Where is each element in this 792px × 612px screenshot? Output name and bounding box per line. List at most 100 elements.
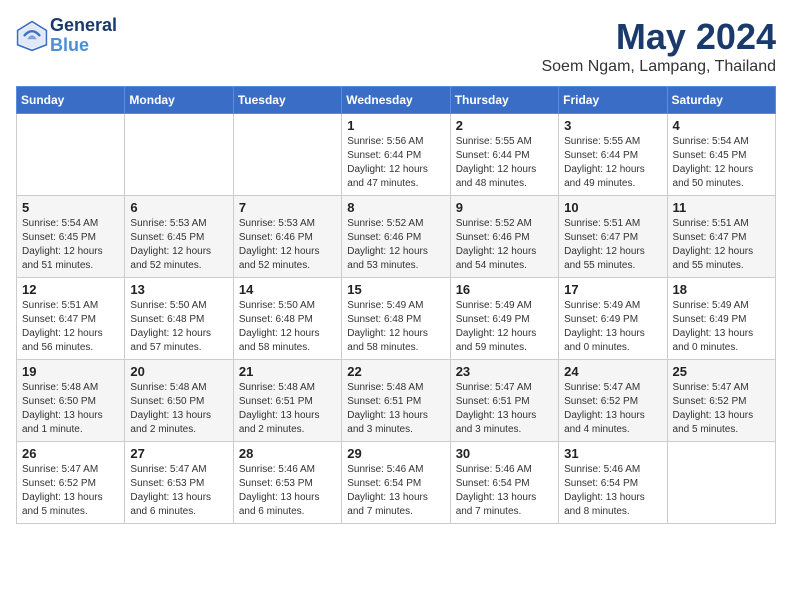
day-number: 24 [564, 364, 661, 379]
day-info: Sunrise: 5:55 AM Sunset: 6:44 PM Dayligh… [456, 135, 553, 191]
day-number: 3 [564, 118, 661, 133]
weekday-friday: Friday [559, 87, 667, 114]
calendar-cell: 26Sunrise: 5:47 AM Sunset: 6:52 PM Dayli… [17, 442, 125, 524]
calendar-cell: 30Sunrise: 5:46 AM Sunset: 6:54 PM Dayli… [450, 442, 558, 524]
calendar-cell: 21Sunrise: 5:48 AM Sunset: 6:51 PM Dayli… [233, 360, 341, 442]
calendar-cell: 24 Sunrise: 5:47 AM Sunset: 6:52 PM Dayli… [559, 360, 667, 442]
calendar-cell: 9 Sunrise: 5:52 AM Sunset: 6:46 PM Daylig… [450, 196, 558, 278]
calendar-cell: 23 Sunrise: 5:47 AM Sunset: 6:51 PM Dayli… [450, 360, 558, 442]
weekday-saturday: Saturday [667, 87, 775, 114]
day-info: Sunrise: 5:51 AM Sunset: 6:47 PM Dayligh… [673, 217, 770, 273]
day-info: Sunrise: 5:49 AM Sunset: 6:49 PM Dayligh… [564, 299, 661, 355]
day-info: Sunrise: 5:49 AM Sunset: 6:49 PM Dayligh… [673, 299, 770, 355]
day-info: Sunrise: 5:52 AM Sunset: 6:46 PM Dayligh… [456, 217, 553, 273]
week-row-5: 26Sunrise: 5:47 AM Sunset: 6:52 PM Dayli… [17, 442, 776, 524]
day-info: Sunrise: 5:46 AM Sunset: 6:54 PM Dayligh… [347, 463, 444, 519]
logo-line2: Blue [50, 36, 117, 56]
day-info: Sunrise: 5:47 AM Sunset: 6:52 PM Dayligh… [564, 381, 661, 437]
day-info: Sunrise: 5:56 AM Sunset: 6:44 PM Dayligh… [347, 135, 444, 191]
day-number: 6 [130, 200, 227, 215]
day-info: Sunrise: 5:51 AM Sunset: 6:47 PM Dayligh… [564, 217, 661, 273]
day-info: Sunrise: 5:47 AM Sunset: 6:52 PM Dayligh… [673, 381, 770, 437]
calendar-cell: 5 Sunrise: 5:54 AM Sunset: 6:45 PM Daylig… [17, 196, 125, 278]
calendar-cell: 8 Sunrise: 5:52 AM Sunset: 6:46 PM Daylig… [342, 196, 450, 278]
day-number: 27 [130, 446, 227, 461]
day-number: 21 [239, 364, 336, 379]
day-number: 12 [22, 282, 119, 297]
day-number: 17 [564, 282, 661, 297]
day-number: 28 [239, 446, 336, 461]
day-number: 5 [22, 200, 119, 215]
day-info: Sunrise: 5:48 AM Sunset: 6:51 PM Dayligh… [347, 381, 444, 437]
calendar-cell: 20 Sunrise: 5:48 AM Sunset: 6:50 PM Dayli… [125, 360, 233, 442]
calendar-cell: 1 Sunrise: 5:56 AM Sunset: 6:44 PM Daylig… [342, 114, 450, 196]
day-info: Sunrise: 5:47 AM Sunset: 6:53 PM Dayligh… [130, 463, 227, 519]
weekday-thursday: Thursday [450, 87, 558, 114]
logo: General Blue [16, 16, 117, 56]
day-number: 29 [347, 446, 444, 461]
day-info: Sunrise: 5:48 AM Sunset: 6:50 PM Dayligh… [130, 381, 227, 437]
day-number: 2 [456, 118, 553, 133]
day-number: 13 [130, 282, 227, 297]
weekday-wednesday: Wednesday [342, 87, 450, 114]
calendar-cell [17, 114, 125, 196]
logo-icon [16, 20, 48, 52]
week-row-3: 12 Sunrise: 5:51 AM Sunset: 6:47 PM Dayli… [17, 278, 776, 360]
day-number: 25 [673, 364, 770, 379]
calendar-cell: 4Sunrise: 5:54 AM Sunset: 6:45 PM Daylig… [667, 114, 775, 196]
day-info: Sunrise: 5:52 AM Sunset: 6:46 PM Dayligh… [347, 217, 444, 273]
week-row-1: 1 Sunrise: 5:56 AM Sunset: 6:44 PM Daylig… [17, 114, 776, 196]
calendar-cell [667, 442, 775, 524]
day-info: Sunrise: 5:54 AM Sunset: 6:45 PM Dayligh… [673, 135, 770, 191]
day-info: Sunrise: 5:51 AM Sunset: 6:47 PM Dayligh… [22, 299, 119, 355]
calendar-cell: 6Sunrise: 5:53 AM Sunset: 6:45 PM Daylig… [125, 196, 233, 278]
day-number: 10 [564, 200, 661, 215]
calendar-cell: 17 Sunrise: 5:49 AM Sunset: 6:49 PM Dayli… [559, 278, 667, 360]
day-number: 20 [130, 364, 227, 379]
calendar-cell: 29 Sunrise: 5:46 AM Sunset: 6:54 PM Dayli… [342, 442, 450, 524]
calendar-cell [233, 114, 341, 196]
day-number: 11 [673, 200, 770, 215]
day-number: 8 [347, 200, 444, 215]
day-info: Sunrise: 5:49 AM Sunset: 6:49 PM Dayligh… [456, 299, 553, 355]
day-info: Sunrise: 5:47 AM Sunset: 6:51 PM Dayligh… [456, 381, 553, 437]
calendar-cell: 22 Sunrise: 5:48 AM Sunset: 6:51 PM Dayli… [342, 360, 450, 442]
logo-line1: General [50, 16, 117, 36]
weekday-sunday: Sunday [17, 87, 125, 114]
day-info: Sunrise: 5:46 AM Sunset: 6:53 PM Dayligh… [239, 463, 336, 519]
day-info: Sunrise: 5:46 AM Sunset: 6:54 PM Dayligh… [456, 463, 553, 519]
day-info: Sunrise: 5:55 AM Sunset: 6:44 PM Dayligh… [564, 135, 661, 191]
day-info: Sunrise: 5:46 AM Sunset: 6:54 PM Dayligh… [564, 463, 661, 519]
calendar: SundayMondayTuesdayWednesdayThursdayFrid… [16, 86, 776, 524]
day-number: 31 [564, 446, 661, 461]
title-block: May 2024 Soem Ngam, Lampang, Thailand [541, 16, 776, 76]
day-number: 23 [456, 364, 553, 379]
day-number: 15 [347, 282, 444, 297]
calendar-cell: 12 Sunrise: 5:51 AM Sunset: 6:47 PM Dayli… [17, 278, 125, 360]
calendar-cell: 13 Sunrise: 5:50 AM Sunset: 6:48 PM Dayli… [125, 278, 233, 360]
weekday-header: SundayMondayTuesdayWednesdayThursdayFrid… [17, 87, 776, 114]
calendar-cell: 2 Sunrise: 5:55 AM Sunset: 6:44 PM Daylig… [450, 114, 558, 196]
week-row-4: 19Sunrise: 5:48 AM Sunset: 6:50 PM Dayli… [17, 360, 776, 442]
day-info: Sunrise: 5:53 AM Sunset: 6:46 PM Dayligh… [239, 217, 336, 273]
calendar-cell [125, 114, 233, 196]
calendar-cell: 28 Sunrise: 5:46 AM Sunset: 6:53 PM Dayli… [233, 442, 341, 524]
weekday-monday: Monday [125, 87, 233, 114]
day-number: 22 [347, 364, 444, 379]
calendar-cell: 19Sunrise: 5:48 AM Sunset: 6:50 PM Dayli… [17, 360, 125, 442]
calendar-cell: 31 Sunrise: 5:46 AM Sunset: 6:54 PM Dayli… [559, 442, 667, 524]
location: Soem Ngam, Lampang, Thailand [541, 58, 776, 76]
day-info: Sunrise: 5:50 AM Sunset: 6:48 PM Dayligh… [130, 299, 227, 355]
day-number: 7 [239, 200, 336, 215]
calendar-cell: 10 Sunrise: 5:51 AM Sunset: 6:47 PM Dayli… [559, 196, 667, 278]
day-info: Sunrise: 5:48 AM Sunset: 6:50 PM Dayligh… [22, 381, 119, 437]
calendar-cell: 25 Sunrise: 5:47 AM Sunset: 6:52 PM Dayli… [667, 360, 775, 442]
calendar-cell: 3 Sunrise: 5:55 AM Sunset: 6:44 PM Daylig… [559, 114, 667, 196]
day-info: Sunrise: 5:50 AM Sunset: 6:48 PM Dayligh… [239, 299, 336, 355]
weekday-tuesday: Tuesday [233, 87, 341, 114]
day-number: 16 [456, 282, 553, 297]
month-title: May 2024 [541, 16, 776, 58]
day-number: 9 [456, 200, 553, 215]
day-number: 1 [347, 118, 444, 133]
day-info: Sunrise: 5:54 AM Sunset: 6:45 PM Dayligh… [22, 217, 119, 273]
